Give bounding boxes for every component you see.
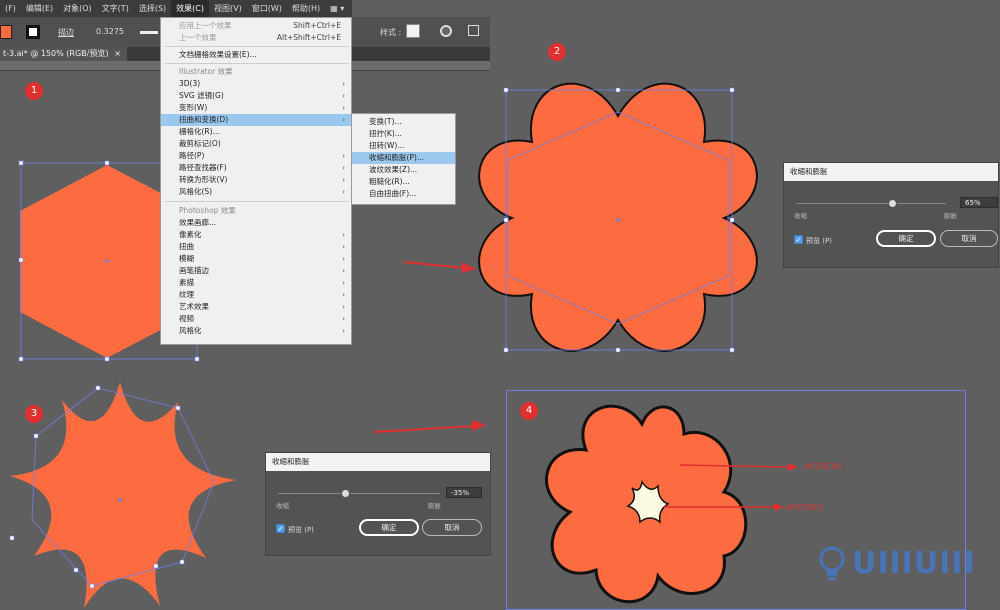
cancel-button[interactable]: 取消: [940, 230, 998, 247]
slider-thumb[interactable]: [888, 199, 897, 208]
menu-view[interactable]: 视图(V): [209, 0, 247, 17]
menu-item-distort-transform[interactable]: 扭曲和变换(D) ›: [161, 114, 351, 126]
bloated-flower-artwork[interactable]: [470, 80, 770, 365]
menu-item-pathfinder[interactable]: 路径查找器(F) ›: [161, 162, 351, 174]
menu-item-doc-raster[interactable]: 文档栅格效果设置(E)...: [161, 49, 351, 61]
amount-field[interactable]: -35%: [446, 487, 482, 498]
recolor-icon[interactable]: [440, 25, 452, 37]
menu-item-pixelate[interactable]: 像素化 ›: [161, 229, 351, 241]
stroke-profile[interactable]: [140, 31, 158, 34]
effect-menu: 应用上一个效果 Shift+Ctrl+E 上一个效果 Alt+Shift+Ctrl+…: [160, 17, 352, 345]
slider-track[interactable]: [796, 203, 946, 204]
control-bar-right: 样式 :: [352, 17, 490, 47]
menu-item-artistic[interactable]: 艺术效果 ›: [161, 301, 351, 313]
menu-separator: [165, 46, 349, 47]
menu-item-svg-filters[interactable]: SVG 滤镜(G) ›: [161, 90, 351, 102]
submenu-roughen[interactable]: 粗糙化(R)...: [352, 176, 455, 188]
menu-separator: [165, 63, 349, 64]
stroke-label[interactable]: 描边: [58, 27, 74, 38]
bulb-logo-icon: [818, 546, 846, 582]
menu-file[interactable]: (F): [0, 0, 21, 17]
stroke-weight-value[interactable]: 0.3275: [96, 27, 124, 36]
submenu-pucker-bloat[interactable]: 收缩和膨胀(P)...: [352, 152, 455, 164]
submenu-zig-zag[interactable]: 波纹效果(Z)...: [352, 164, 455, 176]
menu-help[interactable]: 帮助(H): [287, 0, 325, 17]
watermark-text: UIIIUIII: [852, 546, 976, 581]
menu-item-rasterize[interactable]: 栅格化(R)...: [161, 126, 351, 138]
menu-item-effect-gallery[interactable]: 效果画廊...: [161, 217, 351, 229]
amount-field[interactable]: 65%: [960, 197, 998, 208]
stroke-swatch[interactable]: [26, 25, 40, 39]
style-swatch[interactable]: [406, 24, 420, 38]
step-badge-3: 3: [25, 405, 43, 423]
menu-item-sketch[interactable]: 素描 ›: [161, 277, 351, 289]
menu-item-last-effect[interactable]: 上一个效果 Alt+Shift+Ctrl+E: [161, 32, 351, 44]
preview-label: 预览 (P): [288, 526, 314, 534]
menu-separator: [165, 201, 349, 202]
slider-thumb[interactable]: [341, 489, 350, 498]
menu-item-crop-marks[interactable]: 裁剪标记(O): [161, 138, 351, 150]
menu-window[interactable]: 窗口(W): [247, 0, 287, 17]
document-tab-label: t-3.ai* @ 150% (RGB/预览): [3, 49, 109, 58]
cancel-button[interactable]: 取消: [422, 519, 482, 536]
menu-bar: (F) 编辑(E) 对象(O) 文字(T) 选择(S) 效果(C) 视图(V) …: [0, 0, 352, 17]
menu-item-stylize-ps[interactable]: 风格化 ›: [161, 325, 351, 337]
step-badge-4: 4: [520, 402, 538, 420]
menu-item-warp[interactable]: 变形(W) ›: [161, 102, 351, 114]
bloat-label: 膨胀: [944, 212, 957, 220]
pucker-label: 收缩: [276, 502, 289, 510]
preview-label: 预览 (P): [806, 237, 832, 245]
menu-item-blur[interactable]: 模糊 ›: [161, 253, 351, 265]
transform-icon[interactable]: [468, 25, 479, 36]
ok-button[interactable]: 确定: [876, 230, 936, 247]
menu-item-video[interactable]: 视频 ›: [161, 313, 351, 325]
pucker-bloat-dialog-1: 收缩和膨胀 65% 收缩 膨胀 ✓ 预览 (P) 确定 取消: [783, 162, 999, 268]
arrow-3-to-4: [373, 420, 486, 433]
ok-button[interactable]: 确定: [359, 519, 419, 536]
menu-object[interactable]: 对象(O): [58, 0, 97, 17]
dialog-title: 收缩和膨胀: [266, 453, 490, 471]
step-badge-2: 2: [548, 43, 566, 61]
style-label: 样式 :: [380, 28, 402, 37]
workspace-switcher[interactable]: ▦ ▾: [325, 0, 349, 17]
menu-item-3d[interactable]: 3D(3) ›: [161, 78, 351, 90]
document-tab[interactable]: t-3.ai* @ 150% (RGB/预览) ×: [0, 47, 127, 61]
pucker-label: 收缩: [794, 212, 807, 220]
photoshop-effects-header: Photoshop 效果: [179, 206, 236, 215]
distort-transform-submenu: 变换(T)... 扭拧(K)... 扭转(W)... 收缩和膨胀(P)... 波…: [351, 113, 456, 205]
menu-type[interactable]: 文字(T): [97, 0, 134, 17]
preview-checkbox[interactable]: ✓: [794, 235, 803, 244]
menu-item-convert-shape[interactable]: 转换为形状(V) ›: [161, 174, 351, 186]
submenu-free-distort[interactable]: 自由扭曲(F)...: [352, 188, 455, 200]
close-icon[interactable]: ×: [114, 47, 121, 61]
menu-item-brush-strokes[interactable]: 画笔描边 ›: [161, 265, 351, 277]
preview-checkbox[interactable]: ✓: [276, 524, 285, 533]
submenu-tweak[interactable]: 扭拧(K)...: [352, 128, 455, 140]
color-pointer-lines: [664, 463, 798, 511]
menu-edit[interactable]: 编辑(E): [21, 0, 58, 17]
step-badge-1: 1: [25, 82, 43, 100]
menu-effect[interactable]: 效果(C): [171, 0, 209, 17]
menu-item-texture[interactable]: 纹理 ›: [161, 289, 351, 301]
color-label-inner: #FCFAE3: [786, 503, 823, 512]
menu-select[interactable]: 选择(S): [134, 0, 171, 17]
menu-item-distort-ps[interactable]: 扭曲 ›: [161, 241, 351, 253]
pucker-bloat-dialog-2: 收缩和膨胀 -35% 收缩 膨胀 ✓ 预览 (P) 确定 取消: [265, 452, 491, 556]
menu-item-apply-last[interactable]: 应用上一个效果 Shift+Ctrl+E: [161, 20, 351, 32]
arrow-1-to-2: [403, 261, 476, 273]
illustrator-effects-header: Illustrator 效果: [179, 67, 233, 76]
dialog-title: 收缩和膨胀: [784, 163, 998, 181]
submenu-twist[interactable]: 扭转(W)...: [352, 140, 455, 152]
fill-swatch[interactable]: [0, 25, 12, 39]
submenu-transform[interactable]: 变换(T)...: [352, 116, 455, 128]
menu-item-stylize-ai[interactable]: 风格化(S) ›: [161, 186, 351, 198]
color-label-outer: #FC6C40: [804, 462, 842, 471]
bloat-label: 膨胀: [428, 502, 441, 510]
slider-track[interactable]: [278, 493, 440, 494]
menu-item-path[interactable]: 路径(P) ›: [161, 150, 351, 162]
